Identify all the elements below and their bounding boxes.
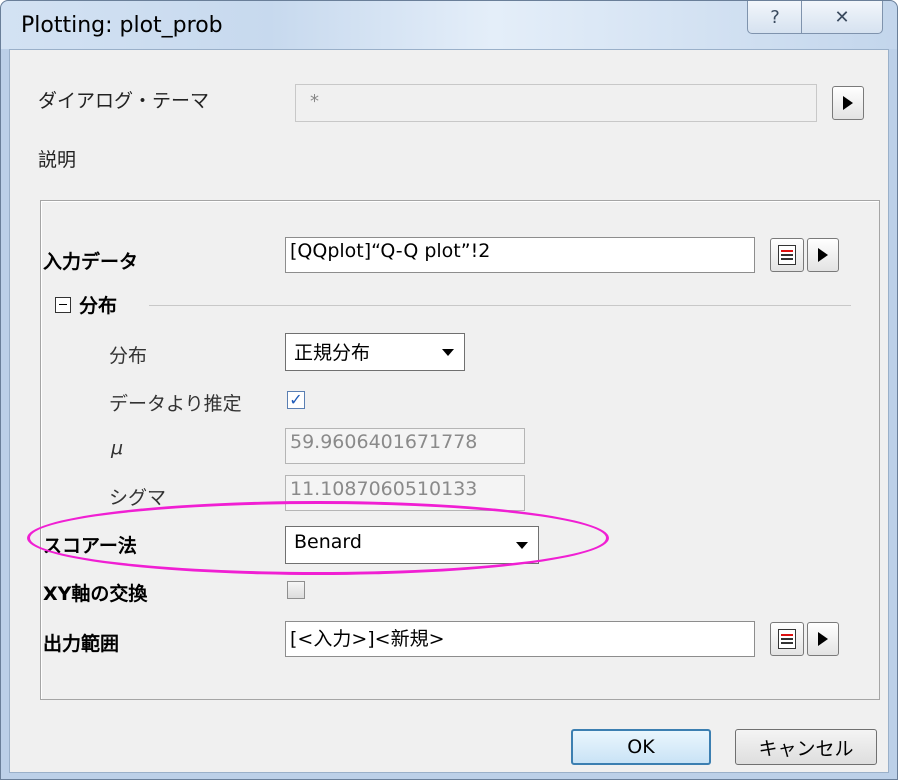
score-method-label: スコアー法: [43, 535, 137, 557]
score-method-select[interactable]: Benard: [285, 526, 539, 564]
help-button[interactable]: ?: [747, 1, 803, 34]
triangle-right-icon: [843, 96, 853, 110]
distribution-label: 分布: [109, 345, 148, 367]
chevron-down-icon: [442, 349, 454, 356]
output-range-label: 出力範囲: [43, 633, 120, 655]
score-method-value: Benard: [294, 531, 362, 553]
close-icon: ✕: [834, 6, 850, 28]
input-pick-button[interactable]: [770, 238, 804, 272]
theme-value: *: [310, 91, 319, 112]
distribution-value: 正規分布: [294, 342, 371, 364]
estimate-label: データより推定: [109, 393, 242, 415]
title-bar[interactable]: Plotting: plot_prob ? ✕: [1, 1, 897, 49]
output-range-field[interactable]: [<入力>]<新規>: [285, 621, 755, 657]
minus-box-icon[interactable]: [55, 297, 71, 313]
distribution-group-label: 分布: [79, 295, 118, 317]
theme-field[interactable]: *: [295, 84, 817, 122]
theme-label: ダイアログ・テーマ: [38, 90, 210, 112]
theme-menu-button[interactable]: [832, 86, 864, 120]
sigma-field[interactable]: 11.1087060510133: [285, 475, 525, 511]
group-divider: [149, 305, 851, 306]
window-title: Plotting: plot_prob: [21, 13, 223, 38]
cancel-button[interactable]: キャンセル: [735, 729, 877, 765]
swap-xy-label: XY軸の交換: [43, 583, 148, 605]
sigma-value: 11.1087060510133: [290, 478, 478, 500]
close-button[interactable]: ✕: [801, 1, 883, 34]
select-range-icon: [778, 245, 796, 265]
dialog-window: Plotting: plot_prob ? ✕ ダイアログ・テーマ * 説明 入…: [0, 0, 898, 780]
checkmark-icon: ✓: [289, 390, 303, 409]
input-data-label: 入力データ: [43, 251, 139, 273]
triangle-right-icon: [818, 632, 828, 646]
output-pick-button[interactable]: [770, 622, 804, 656]
ok-button[interactable]: OK: [571, 729, 711, 765]
estimate-checkbox[interactable]: ✓: [287, 391, 305, 409]
output-range-value: [<入力>]<新規>: [290, 628, 445, 650]
ok-label: OK: [627, 736, 655, 758]
select-range-icon: [778, 629, 796, 649]
input-data-value: [QQplot]“Q-Q plot”!2: [290, 240, 491, 262]
description-label: 説明: [38, 149, 77, 171]
chevron-down-icon: [516, 542, 528, 549]
input-data-field[interactable]: [QQplot]“Q-Q plot”!2: [285, 237, 755, 273]
cancel-label: キャンセル: [758, 737, 854, 760]
distribution-select[interactable]: 正規分布: [285, 333, 465, 371]
output-menu-button[interactable]: [807, 622, 839, 656]
input-menu-button[interactable]: [807, 238, 839, 272]
help-icon: ?: [770, 6, 780, 28]
triangle-right-icon: [818, 248, 828, 262]
mu-label: μ: [111, 437, 124, 459]
mu-field[interactable]: 59.9606401671778: [285, 428, 525, 464]
mu-value: 59.9606401671778: [290, 431, 478, 453]
swap-xy-checkbox[interactable]: [287, 581, 305, 599]
sigma-label: シグマ: [109, 487, 167, 509]
